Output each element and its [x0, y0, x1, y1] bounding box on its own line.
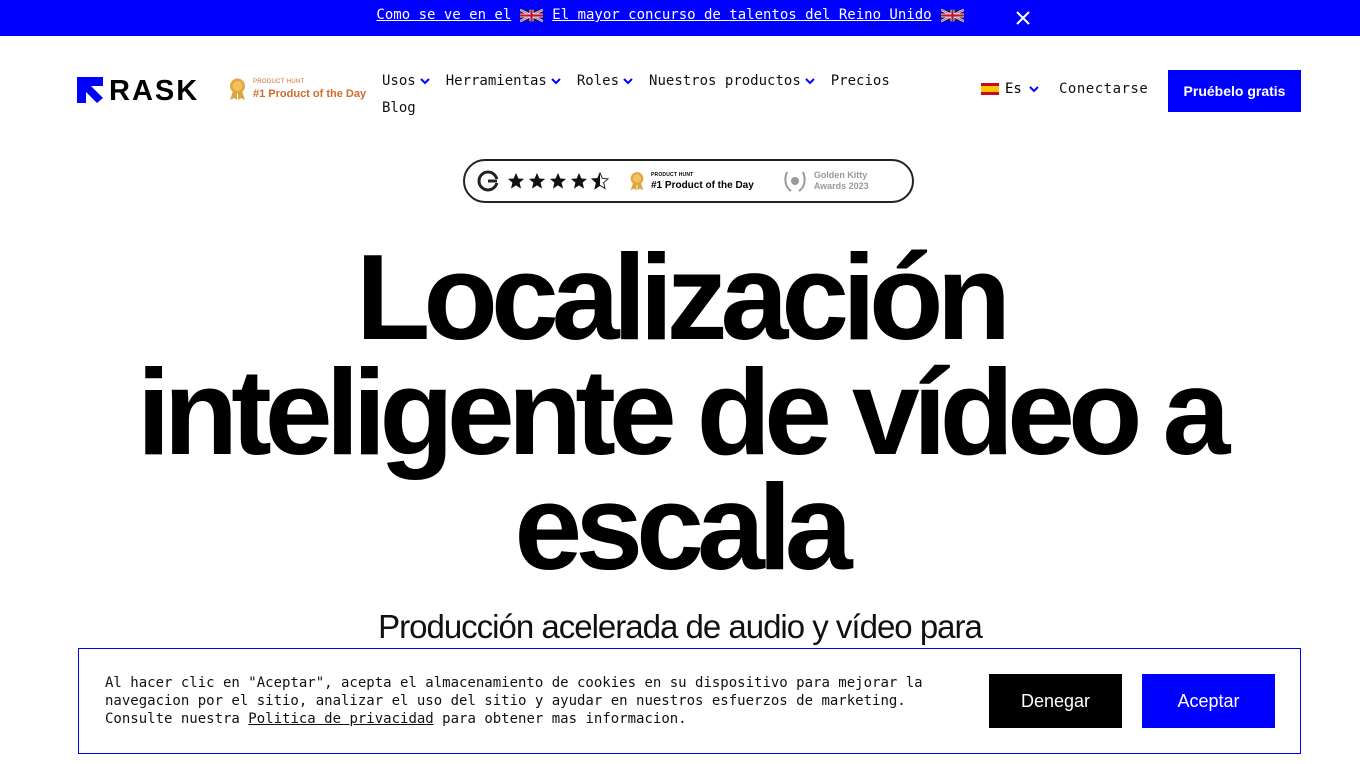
- awards-bar: PRODUCT HUNT #1 Product of the Day Golde…: [463, 159, 914, 203]
- star-half-icon: [591, 172, 609, 190]
- language-selector[interactable]: Es: [981, 81, 1040, 97]
- spain-flag-icon: [981, 83, 999, 95]
- nav-item-herramientas[interactable]: Herramientas: [446, 73, 562, 89]
- nav-item-label: Roles: [576, 73, 620, 89]
- nav-item-label: Usos: [382, 73, 416, 89]
- rask-logo[interactable]: RASK: [77, 77, 217, 103]
- accept-button[interactable]: Aceptar: [1142, 674, 1275, 728]
- hero-title: Localización inteligente de vídeo a esca…: [80, 229, 1280, 595]
- nav-item-roles[interactable]: Roles: [577, 73, 634, 89]
- cookie-text: Al hacer clic en "Aceptar", acepta el al…: [105, 674, 971, 728]
- star-icon: [528, 172, 546, 189]
- login-link[interactable]: Conectarse: [1059, 81, 1148, 97]
- award-kitty-line2: Awards 2023: [813, 181, 869, 191]
- nav-item-label: Blog: [382, 100, 416, 116]
- announcement-link[interactable]: El mayor concurso de talentos del Reino …: [552, 7, 931, 23]
- product-hunt-big: #1 Product of the Day: [253, 87, 367, 100]
- try-free-button[interactable]: Pruébelo gratis: [1168, 70, 1301, 112]
- nav-item-label: Precios: [830, 73, 890, 89]
- award-ph-small: PRODUCT HUNT: [651, 171, 694, 178]
- cookie-banner: Al hacer clic en "Aceptar", acepta el al…: [78, 648, 1301, 754]
- chevron-down-icon: [420, 78, 430, 85]
- nav-item-nuestros-productos[interactable]: Nuestros productos: [649, 73, 816, 89]
- privacy-policy-link[interactable]: Politica de privacidad: [248, 711, 433, 727]
- award-product-hunt: PRODUCT HUNT #1 Product of the Day: [629, 171, 754, 191]
- rask-logo-icon: RASK: [77, 77, 199, 103]
- hero-title-line: escala: [514, 459, 852, 595]
- star-icon: [549, 172, 567, 189]
- laurel-icon: [784, 171, 806, 192]
- chevron-down-icon: [805, 78, 815, 85]
- logo-text: RASK: [109, 77, 199, 103]
- uk-flag-icon: [520, 8, 544, 22]
- hero-subtitle: Producción acelerada de audio y vídeo pa…: [378, 608, 983, 645]
- award-ph-big: #1 Product of the Day: [651, 179, 754, 191]
- product-hunt-small: PRODUCT HUNT: [253, 78, 305, 85]
- nav-item-blog[interactable]: Blog: [382, 100, 416, 116]
- cookie-text-after: para obtener mas informacion.: [442, 711, 687, 727]
- deny-button[interactable]: Denegar: [989, 674, 1122, 728]
- medal-icon: [230, 78, 245, 100]
- award-golden-kitty: Golden Kitty Awards 2023: [782, 169, 869, 193]
- hero-title-line: inteligente de vídeo a: [136, 344, 1231, 480]
- nav-item-label: Nuestros productos: [649, 73, 801, 89]
- close-icon[interactable]: [1013, 8, 1033, 28]
- nav-item-precios[interactable]: Precios: [831, 73, 890, 89]
- chevron-down-icon: [1029, 86, 1039, 93]
- nav-item-label: Herramientas: [445, 73, 547, 89]
- star-icon: [570, 172, 588, 189]
- uk-flag-icon: [940, 8, 964, 22]
- product-hunt-badge[interactable]: PRODUCT HUNT #1 Product of the Day: [228, 78, 366, 100]
- hero-title-line: Localización: [355, 229, 1011, 365]
- announcement-prefix-link[interactable]: Como se ve en el: [376, 7, 511, 23]
- announcement-bar: Como se ve en el El mayor concurso de ta…: [0, 0, 1360, 36]
- g2-logo-icon: [477, 170, 499, 192]
- medal-icon: [630, 172, 644, 191]
- main-nav: Usos Herramientas Roles Nuestros product…: [382, 71, 957, 118]
- award-kitty-line1: Golden Kitty: [813, 170, 868, 180]
- star-icon: [507, 172, 525, 189]
- chevron-down-icon: [551, 78, 561, 85]
- language-label: Es: [1005, 81, 1022, 97]
- nav-item-usos[interactable]: Usos: [382, 73, 431, 89]
- chevron-down-icon: [623, 78, 633, 85]
- rating-stars: [507, 172, 609, 190]
